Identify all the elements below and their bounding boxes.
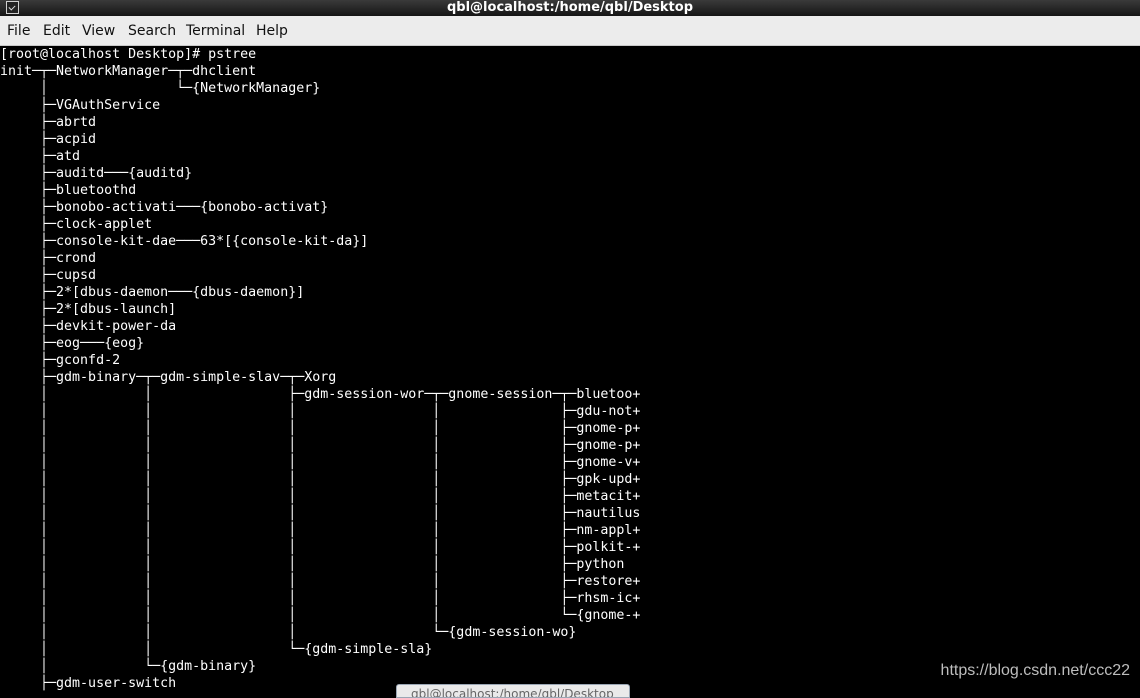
- command-prompt-line: [root@localhost Desktop]# pstree: [0, 47, 257, 62]
- process-tree-line: ├─bonobo-activati───{bonobo-activat}: [0, 200, 329, 215]
- menu-help[interactable]: Help: [256, 22, 288, 40]
- process-tree-line: │ │ │ │ ├─python: [0, 557, 625, 572]
- process-tree-line: │ │ └─{gdm-simple-sla}: [0, 642, 433, 657]
- terminal-output[interactable]: [root@localhost Desktop]# pstree init─┬─N…: [0, 46, 1140, 692]
- window-titlebar[interactable]: qbl@localhost:/home/qbl/Desktop: [0, 0, 1140, 16]
- process-tree-line: ├─eog───{eog}: [0, 336, 145, 351]
- process-tree-line: │ │ │ │ ├─gnome-p+: [0, 438, 641, 453]
- process-tree-line: │ │ ├─gdm-session-wor─┬─gnome-session─┬─…: [0, 387, 641, 402]
- taskbar-window-button[interactable]: qbl@localhost:/home/qbl/Desktop: [396, 684, 630, 698]
- process-tree-line: │ │ │ └─{gdm-session-wo}: [0, 625, 577, 640]
- process-tree-line: │ │ │ │ └─{gnome-+: [0, 608, 641, 623]
- menu-search[interactable]: Search: [128, 22, 176, 40]
- process-tree-line: ├─acpid: [0, 132, 97, 147]
- process-tree-line: ├─devkit-power-da: [0, 319, 177, 334]
- process-tree-line: ├─crond: [0, 251, 97, 266]
- process-tree-line: ├─console-kit-dae───63*[{console-kit-da}…: [0, 234, 369, 249]
- taskbar-window-label: qbl@localhost:/home/qbl/Desktop: [411, 687, 614, 698]
- process-tree-line: │ │ │ │ ├─gnome-v+: [0, 455, 641, 470]
- process-tree-line: ├─auditd───{auditd}: [0, 166, 193, 181]
- process-tree-line: ├─cupsd: [0, 268, 97, 283]
- menu-file[interactable]: File: [7, 22, 30, 40]
- process-tree-line: ├─gdm-user-switch: [0, 676, 177, 691]
- process-tree-line: │ │ │ │ ├─gnome-p+: [0, 421, 641, 436]
- process-tree-line: │ │ │ │ ├─gdu-not+: [0, 404, 641, 419]
- process-tree-line: ├─gdm-binary─┬─gdm-simple-slav─┬─Xorg: [0, 370, 337, 385]
- process-tree-line: │ │ │ │ ├─metacit+: [0, 489, 641, 504]
- process-tree-line: │ └─{NetworkManager}: [0, 81, 321, 96]
- process-tree-line: init─┬─NetworkManager─┬─dhclient: [0, 64, 257, 79]
- process-tree-line: ├─abrtd: [0, 115, 97, 130]
- process-tree-line: │ │ │ │ ├─nm-appl+: [0, 523, 641, 538]
- menu-terminal[interactable]: Terminal: [186, 22, 245, 40]
- menu-bar: File Edit View Search Terminal Help: [0, 16, 1140, 46]
- process-tree-line: ├─2*[dbus-daemon───{dbus-daemon}]: [0, 285, 305, 300]
- process-tree-line: │ │ │ │ ├─restore+: [0, 574, 641, 589]
- process-tree-line: ├─VGAuthService: [0, 98, 161, 113]
- process-tree-line: ├─bluetoothd: [0, 183, 137, 198]
- process-tree-line: ├─2*[dbus-launch]: [0, 302, 177, 317]
- process-tree-line: │ │ │ │ ├─gpk-upd+: [0, 472, 641, 487]
- process-tree-line: │ └─{gdm-binary}: [0, 659, 257, 674]
- menu-view[interactable]: View: [82, 22, 115, 40]
- watermark: https://blog.csdn.net/ccc22: [940, 662, 1130, 679]
- window-title: qbl@localhost:/home/qbl/Desktop: [446, 0, 694, 15]
- process-tree-line: ├─gconfd-2: [0, 353, 121, 368]
- menu-edit[interactable]: Edit: [43, 22, 70, 40]
- process-tree-line: │ │ │ │ ├─rhsm-ic+: [0, 591, 641, 606]
- process-tree-line: │ │ │ │ ├─polkit-+: [0, 540, 641, 555]
- process-tree-line: │ │ │ │ ├─nautilus: [0, 506, 641, 521]
- process-tree-line: ├─atd: [0, 149, 81, 164]
- process-tree-line: ├─clock-applet: [0, 217, 153, 232]
